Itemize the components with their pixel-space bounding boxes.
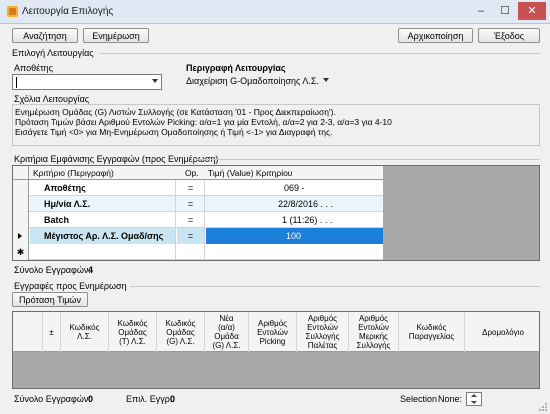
- records-grid-header: ± Κωδικός Λ.Σ. Κωδικός Ομάδας (T) Λ.Σ. Κ…: [13, 312, 539, 352]
- criteria-total-label: Σύνολο Εγγραφών:: [14, 265, 91, 275]
- criteria-name: Ημ/νία Λ.Σ.: [44, 199, 91, 209]
- notes-label: Σχόλια Λειτουργίας: [14, 94, 90, 104]
- criteria-op: =: [177, 228, 205, 244]
- criteria-value[interactable]: 22/8/2016 . . .: [278, 199, 333, 209]
- criteria-row-selected[interactable]: Μέγιστος Αρ. Λ.Σ. Ομαδ/σης = 100: [13, 228, 383, 244]
- minimize-button[interactable]: –: [470, 2, 492, 20]
- sort-icon[interactable]: ±: [43, 312, 61, 352]
- maximize-button[interactable]: ☐: [494, 2, 516, 20]
- criteria-name: Μέγιστος Αρ. Λ.Σ. Ομαδ/σης: [44, 231, 164, 241]
- chevron-down-icon[interactable]: [471, 401, 477, 404]
- notes-line: Ενημέρωση Ομάδας (G) Λιστών Συλλογής (σε…: [15, 107, 336, 117]
- app-icon: [7, 6, 18, 17]
- divider: [100, 53, 540, 54]
- title-bar: Λειτουργία Επιλογής – ☐ ✕: [0, 0, 550, 24]
- column-header[interactable]: Κωδικός Παραγγελίας: [399, 312, 465, 352]
- records-grid[interactable]: ± Κωδικός Λ.Σ. Κωδικός Ομάδας (T) Λ.Σ. Κ…: [12, 311, 540, 389]
- resize-grip-icon[interactable]: [538, 402, 548, 412]
- update-button[interactable]: Ενημέρωση: [83, 28, 149, 43]
- divider: [130, 286, 540, 287]
- records-total-value: 0: [88, 394, 94, 404]
- selection-label: Selection: [400, 394, 438, 404]
- chevron-down-icon[interactable]: [152, 79, 158, 83]
- criteria-op: =: [177, 212, 205, 228]
- description-label: Περιγραφή Λειτουργίας: [186, 63, 286, 73]
- notes-line: Πρόταση Τιμών βάσει Αριθμού Εντολών Pick…: [15, 117, 392, 127]
- row-header[interactable]: [13, 228, 29, 244]
- text-caret: [16, 77, 17, 88]
- warehouse-label: Αποθέτης: [14, 63, 54, 73]
- criteria-total-value: 4: [88, 265, 94, 275]
- column-header[interactable]: Αριθμός Εντολών Μερικής Συλλογής: [349, 312, 399, 352]
- column-header[interactable]: Δρομολόγιο: [465, 312, 539, 352]
- criteria-grid[interactable]: Κριτήριο (Περιγραφή) Op. Τιμή (Value) Κρ…: [12, 165, 540, 261]
- reset-button[interactable]: Αρχικοποίηση: [398, 28, 473, 43]
- divider: [196, 159, 540, 160]
- search-button[interactable]: Αναζήτηση: [12, 28, 78, 43]
- criteria-row[interactable]: Αποθέτης = 069 -: [13, 180, 383, 196]
- criteria-value[interactable]: 100: [286, 231, 301, 241]
- row-header[interactable]: [13, 212, 29, 228]
- suggest-values-button[interactable]: Πρόταση Τιμών: [12, 292, 88, 307]
- criteria-label: Κριτήρια Εμφάνισης Εγγραφών (προς Ενημέρ…: [14, 154, 219, 164]
- criteria-op: =: [177, 196, 205, 212]
- column-header[interactable]: Κριτήριο (Περιγραφή): [33, 168, 114, 178]
- chevron-down-icon[interactable]: [323, 78, 329, 82]
- criteria-name: Αποθέτης: [44, 183, 86, 193]
- column-header[interactable]: Τιμή (Value) Κριτηρίου: [208, 168, 292, 178]
- records-label: Εγγραφές προς Ενημέρωση: [14, 281, 127, 291]
- description-combo[interactable]: Διαχείριση G-Ομαδοποίησης Λ.Σ.: [186, 74, 332, 90]
- selected-records-value: 0: [170, 394, 176, 404]
- chevron-up-icon[interactable]: [471, 394, 477, 397]
- row-header[interactable]: [13, 180, 29, 196]
- criteria-value[interactable]: 069 -: [284, 183, 305, 193]
- exit-button[interactable]: Έξοδος: [478, 28, 540, 43]
- criteria-row[interactable]: Ημ/νία Λ.Σ. = 22/8/2016 . . .: [13, 196, 383, 212]
- warehouse-combo[interactable]: [12, 74, 162, 90]
- column-header[interactable]: Op.: [185, 168, 199, 178]
- criteria-op: =: [177, 180, 205, 196]
- criteria-grid-header: Κριτήριο (Περιγραφή) Op. Τιμή (Value) Κρ…: [13, 166, 383, 180]
- criteria-name: Batch: [44, 215, 70, 225]
- notes-box: Ενημέρωση Ομάδας (G) Λιστών Συλλογής (σε…: [12, 104, 540, 146]
- column-header[interactable]: Κωδικός Λ.Σ.: [61, 312, 109, 352]
- row-header[interactable]: [13, 196, 29, 212]
- selected-records-label: Επιλ. Εγγρ.:: [126, 394, 175, 404]
- new-row[interactable]: ✱: [13, 244, 383, 260]
- window-title: Λειτουργία Επιλογής: [22, 6, 114, 17]
- selection-value: None:: [438, 394, 463, 404]
- column-header[interactable]: Αριθμός Εντολών Συλλογής Παλέτας: [297, 312, 349, 352]
- selection-group-label: Επιλογή Λειτουργίας: [12, 48, 94, 58]
- criteria-row[interactable]: Batch = 1 (11:26) . . .: [13, 212, 383, 228]
- current-row-icon: [18, 233, 22, 239]
- selection-spinner[interactable]: [466, 392, 482, 406]
- records-total-label: Σύνολο Εγγραφών:: [14, 394, 91, 404]
- column-header[interactable]: Κωδικός Ομάδας (T) Λ.Σ.: [109, 312, 157, 352]
- column-header[interactable]: Κωδικός Ομάδας (G) Λ.Σ.: [157, 312, 205, 352]
- close-button[interactable]: ✕: [518, 2, 546, 20]
- notes-line: Εισάγετε Τιμή <0> για Μη-Ενημέρωση Ομαδο…: [15, 127, 333, 137]
- column-header[interactable]: Αριθμός Εντολών Picking: [249, 312, 297, 352]
- column-header[interactable]: Νέα (α/α) Ομάδα (G) Λ.Σ.: [205, 312, 249, 352]
- criteria-value[interactable]: 1 (11:26) . . .: [282, 215, 332, 225]
- new-row-icon: ✱: [13, 244, 29, 260]
